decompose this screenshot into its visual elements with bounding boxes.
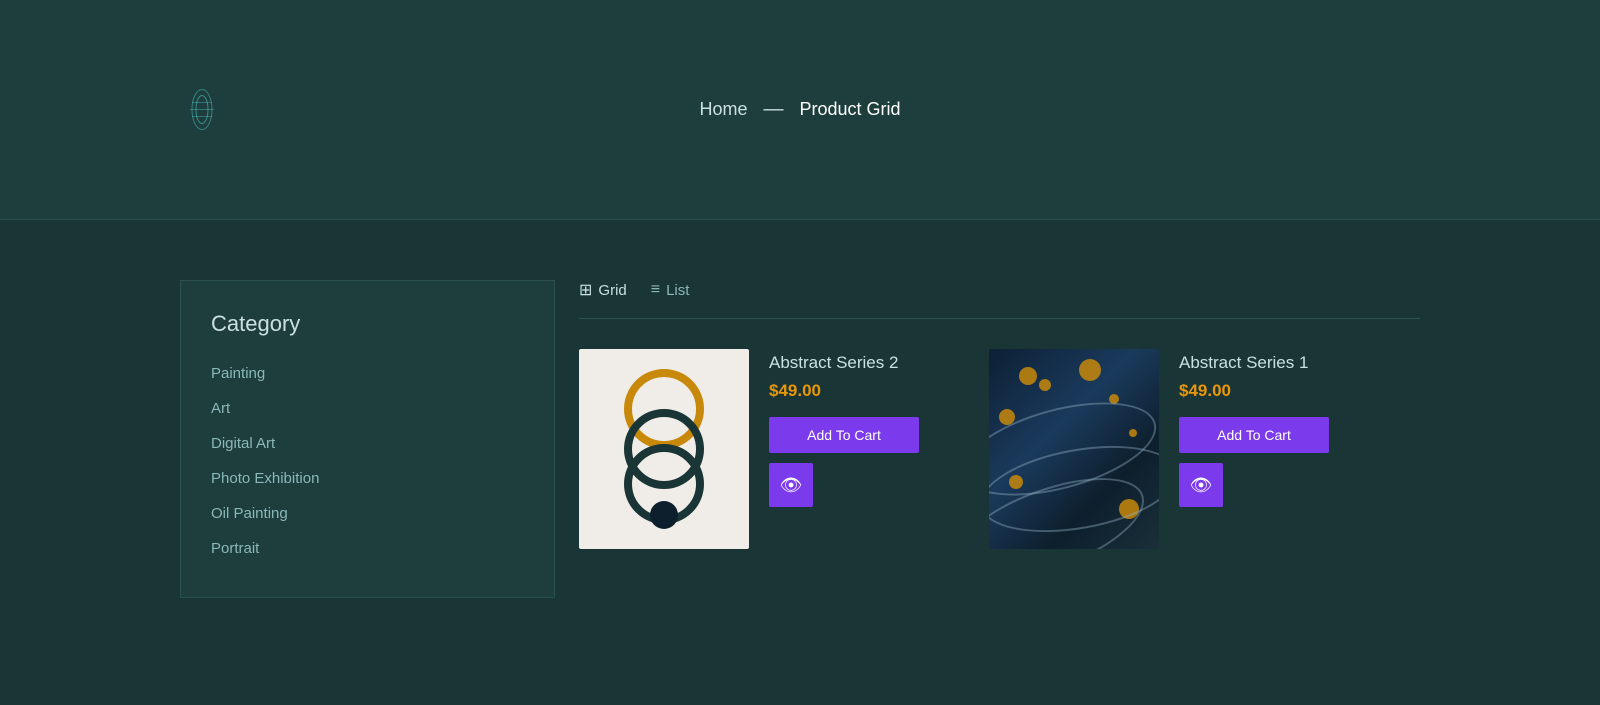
add-to-cart-button-abstract-series-1[interactable]: Add To Cart: [1179, 417, 1329, 453]
main-content: Category Painting Art Digital Art Photo …: [0, 220, 1600, 705]
product-name-abstract-series-2: Abstract Series 2: [769, 353, 959, 373]
product-image-abstract-series-2: [579, 349, 749, 549]
category-list: Painting Art Digital Art Photo Exhibitio…: [211, 365, 524, 557]
grid-icon: ⊞: [579, 280, 592, 300]
rings-artwork: [609, 369, 719, 529]
sidebar: Category Painting Art Digital Art Photo …: [180, 280, 555, 665]
sidebar-item-painting[interactable]: Painting: [211, 365, 524, 382]
sidebar-box: Category Painting Art Digital Art Photo …: [180, 280, 555, 598]
grid-view-button[interactable]: ⊞ Grid: [579, 280, 627, 300]
grid-label: Grid: [598, 282, 626, 299]
product-price-abstract-series-2: $49.00: [769, 381, 959, 401]
list-label: List: [666, 282, 689, 299]
breadcrumb-separator: —: [763, 98, 783, 121]
add-to-cart-button-abstract-series-2[interactable]: Add To Cart: [769, 417, 919, 453]
sidebar-item-oil-painting[interactable]: Oil Painting: [211, 505, 524, 522]
splatter3: [1079, 359, 1101, 381]
product-card-abstract-series-2: Abstract Series 2 $49.00 Add To Cart 👁: [579, 349, 959, 549]
logo-icon: [180, 82, 225, 137]
product-info-abstract-series-2: Abstract Series 2 $49.00 Add To Cart 👁: [769, 349, 959, 507]
quick-view-button-abstract-series-2[interactable]: 👁: [769, 463, 813, 507]
breadcrumb-current-page: Product Grid: [799, 99, 900, 120]
quick-view-button-abstract-series-1[interactable]: 👁: [1179, 463, 1223, 507]
product-grid: Abstract Series 2 $49.00 Add To Cart 👁: [579, 349, 1420, 549]
breadcrumb-home[interactable]: Home: [699, 99, 747, 120]
product-info-abstract-series-1: Abstract Series 1 $49.00 Add To Cart 👁: [1179, 349, 1369, 507]
view-toggle: ⊞ Grid ≡ List: [579, 280, 1420, 300]
view-divider: [579, 318, 1420, 319]
product-card-abstract-series-1: Abstract Series 1 $49.00 Add To Cart 👁: [989, 349, 1369, 549]
eye-icon: 👁: [780, 475, 803, 496]
list-view-button[interactable]: ≡ List: [651, 281, 690, 299]
product-image-abstract-series-1: [989, 349, 1159, 549]
sidebar-item-photo-exhibition[interactable]: Photo Exhibition: [211, 470, 524, 487]
splatter1: [1019, 367, 1037, 385]
splatter2: [1039, 379, 1051, 391]
hero-header: Home — Product Grid: [0, 0, 1600, 220]
product-name-abstract-series-1: Abstract Series 1: [1179, 353, 1369, 373]
product-price-abstract-series-1: $49.00: [1179, 381, 1369, 401]
eye-icon-2: 👁: [1190, 475, 1213, 496]
ring-ball: [650, 501, 678, 529]
list-icon: ≡: [651, 281, 660, 299]
sidebar-item-portrait[interactable]: Portrait: [211, 540, 524, 557]
breadcrumb: Home — Product Grid: [699, 98, 900, 121]
sidebar-item-art[interactable]: Art: [211, 400, 524, 417]
logo-area: [180, 82, 225, 137]
product-area: ⊞ Grid ≡ List: [555, 280, 1420, 665]
sidebar-item-digital-art[interactable]: Digital Art: [211, 435, 524, 452]
sidebar-title: Category: [211, 311, 524, 337]
